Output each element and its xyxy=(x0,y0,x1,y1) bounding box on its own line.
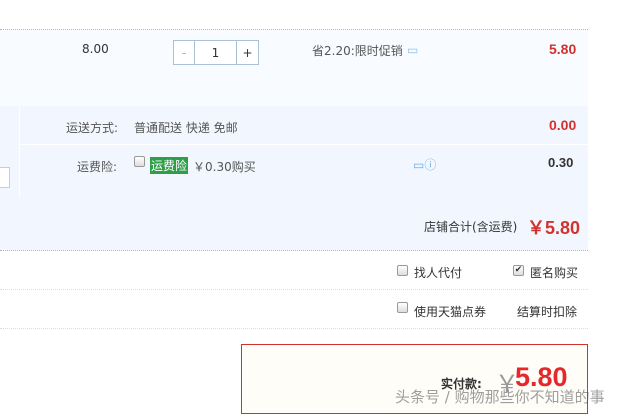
promo-text: 省2.20:限时促销 xyxy=(312,44,403,58)
shipping-method[interactable]: 普通配送 快递 免邮 xyxy=(134,119,238,136)
message-input[interactable] xyxy=(0,167,10,188)
anonymous-checkbox[interactable]: ✔ xyxy=(513,265,524,276)
insurance-cost: 0.30 xyxy=(548,155,574,170)
increment-button[interactable]: + xyxy=(237,41,258,64)
pay-for-me-label: 找人代付 xyxy=(414,266,463,280)
column-divider xyxy=(19,106,20,198)
insurance-price: ￥0.30购买 xyxy=(193,160,256,174)
divider xyxy=(0,289,588,290)
pay-for-me-checkbox[interactable] xyxy=(397,265,408,276)
store-total-amount: ￥5.80 xyxy=(527,218,581,238)
quantity-stepper[interactable]: - 1 + xyxy=(173,40,259,65)
deduct-note: 结算时扣除 xyxy=(517,305,578,319)
unit-price: 8.00 xyxy=(82,42,109,56)
watermark: 头条号 / 购物那些你不知道的事 xyxy=(395,388,605,406)
help-icon[interactable]: ▭ⓘ xyxy=(413,156,436,173)
tmall-points-checkbox[interactable] xyxy=(397,302,408,313)
quantity-input[interactable]: 1 xyxy=(195,41,237,64)
shipping-cost: 0.00 xyxy=(549,117,577,133)
anonymous-label: 匿名购买 xyxy=(530,266,579,280)
divider xyxy=(0,250,588,251)
comment-icon[interactable]: ▭ xyxy=(407,43,418,57)
shipping-label: 运送方式: xyxy=(66,121,119,135)
tmall-points-label: 使用天猫点券 xyxy=(414,305,487,319)
insurance-badge: 运费险 xyxy=(150,157,189,174)
insurance-checkbox[interactable] xyxy=(134,156,145,167)
row-divider xyxy=(20,144,588,145)
decrement-button[interactable]: - xyxy=(174,41,195,64)
store-total-label: 店铺合计(含运费) xyxy=(424,220,518,234)
divider xyxy=(0,328,588,329)
item-subtotal: 5.80 xyxy=(549,41,577,57)
insurance-label: 运费险: xyxy=(77,160,118,174)
